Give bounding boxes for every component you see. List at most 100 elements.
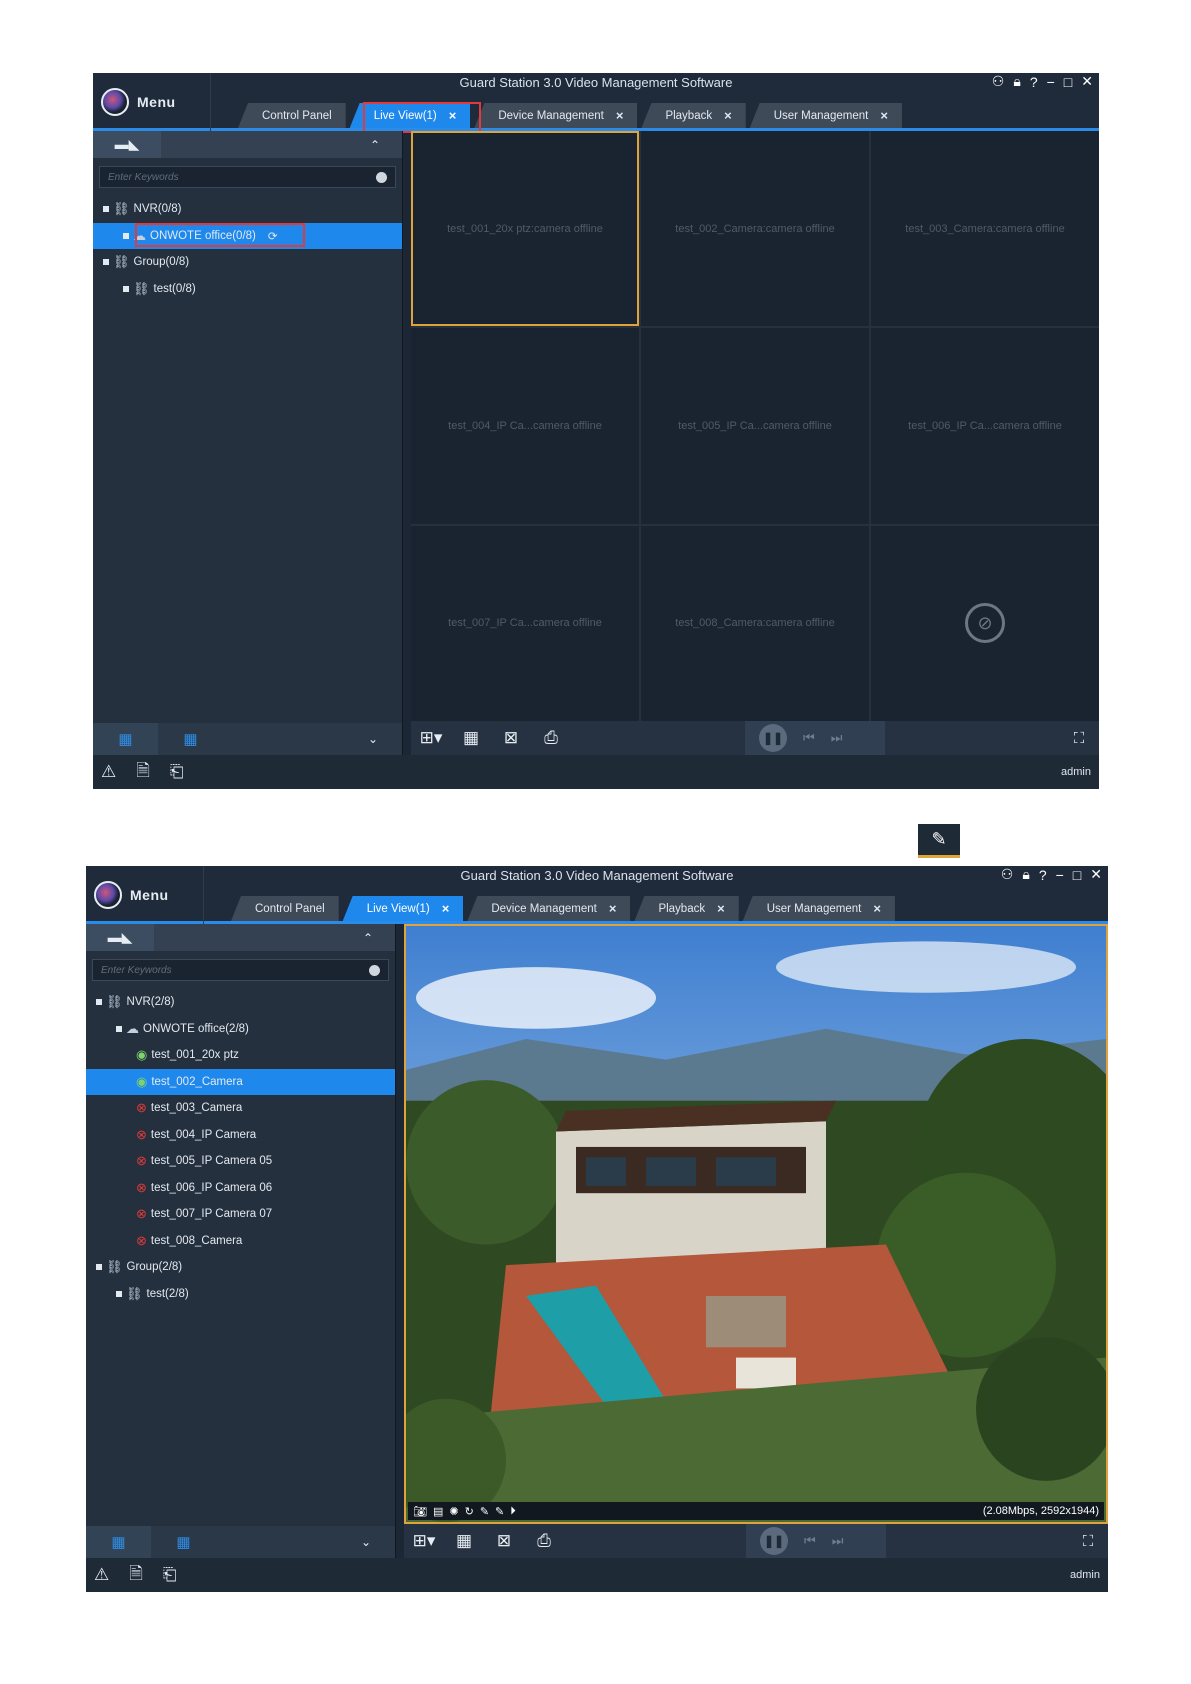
tab-close-icon[interactable]: × bbox=[616, 108, 624, 123]
fullscreen-icon[interactable]: ⛶ bbox=[1059, 730, 1099, 747]
prev-icon[interactable]: ⏮ bbox=[804, 1533, 816, 1549]
expand-icon[interactable] bbox=[103, 206, 109, 213]
video-player[interactable]: 📷︎ ▤ ✺ ↻ ✎ ✎ ⏵ (2.08Mbps, 2592x1944) bbox=[404, 924, 1108, 1524]
log-icon[interactable]: 🗎︎ bbox=[129, 1561, 143, 1590]
expand-icon[interactable] bbox=[96, 999, 102, 1006]
tree-node[interactable]: ⛓ test(2/8) bbox=[86, 1281, 395, 1308]
pause-icon[interactable]: ❚❚ bbox=[759, 724, 787, 752]
tree-node[interactable]: ⊗ test_007_IP Camera 07 bbox=[86, 1201, 395, 1228]
tree-node[interactable]: ☁ ONWOTE office(2/8) bbox=[86, 1016, 395, 1043]
layout-view-icon[interactable]: ▦ bbox=[93, 723, 158, 755]
camera-cell[interactable]: test_004_IP Ca...camera offline bbox=[411, 328, 639, 524]
tree-node-test[interactable]: ⛓ test(0/8) bbox=[93, 276, 402, 303]
alarm-icon[interactable]: ⚠ bbox=[94, 1565, 109, 1585]
tab-close-icon[interactable]: × bbox=[724, 108, 732, 123]
tab-user-management[interactable]: User Management × bbox=[749, 103, 902, 128]
camera-list-icon[interactable]: ▬◣ bbox=[93, 131, 161, 158]
tree-node[interactable]: ◉ test_002_Camera bbox=[86, 1068, 395, 1095]
lock-icon[interactable]: 🔒︎ bbox=[1013, 73, 1020, 90]
grid-icon[interactable]: ▦ bbox=[451, 721, 491, 755]
tree-node[interactable]: ◉ test_001_20x ptz bbox=[86, 1042, 395, 1069]
tab-device-management[interactable]: Device Management × bbox=[474, 103, 638, 128]
expand-icon[interactable] bbox=[103, 259, 109, 266]
help-icon[interactable]: ? bbox=[1030, 74, 1038, 90]
layout-view-icon[interactable]: ▦ bbox=[86, 1526, 151, 1558]
fullscreen-icon[interactable]: ⛶ bbox=[1068, 1533, 1108, 1550]
log-icon[interactable]: 🗎︎ bbox=[136, 758, 150, 787]
record-icon[interactable]: ▤ bbox=[433, 1505, 443, 1518]
tree-node-nvr[interactable]: ⛓ NVR(0/8) bbox=[93, 196, 402, 223]
download-icon[interactable]: ⎗ bbox=[170, 762, 184, 782]
minimize-icon[interactable]: − bbox=[1047, 74, 1055, 90]
tab-close-icon[interactable]: × bbox=[880, 108, 888, 123]
camera-cell[interactable]: test_006_IP Ca...camera offline bbox=[871, 328, 1099, 524]
tab-close-icon[interactable]: × bbox=[717, 901, 725, 916]
tab-close-icon[interactable]: × bbox=[442, 901, 450, 916]
camera-list-icon[interactable]: ▬◣ bbox=[86, 924, 154, 951]
org-icon[interactable]: ⚇ bbox=[992, 73, 1005, 90]
alarm-icon[interactable]: ⚠ bbox=[101, 762, 116, 782]
tab-close-icon[interactable]: × bbox=[873, 901, 881, 916]
split-layout-icon[interactable]: ⊞▾ bbox=[404, 1524, 444, 1558]
camera-cell[interactable]: test_001_20x ptz:camera offline bbox=[411, 131, 639, 327]
mic-icon[interactable]: ✎ bbox=[495, 1505, 504, 1518]
expand-icon[interactable] bbox=[123, 232, 129, 239]
tab-user-management[interactable]: User Management × bbox=[742, 896, 895, 921]
prev-icon[interactable]: ⏮ bbox=[803, 730, 815, 746]
tree-node[interactable]: ⛓ Group(2/8) bbox=[86, 1254, 395, 1281]
search-input[interactable]: Enter Keywords bbox=[99, 166, 396, 188]
search-view-icon[interactable]: ▦ bbox=[158, 723, 223, 755]
next-icon[interactable]: ⏭ bbox=[831, 730, 843, 746]
tab-close-icon[interactable]: × bbox=[609, 901, 617, 916]
download-icon[interactable]: ⎗ bbox=[163, 1565, 177, 1585]
tab-live-view[interactable]: Live View(1) × bbox=[342, 896, 464, 921]
expand-icon[interactable] bbox=[96, 1264, 102, 1271]
tree-node-group[interactable]: ⛓ Group(0/8) bbox=[93, 249, 402, 276]
camera-cell[interactable]: ⊘ bbox=[871, 525, 1099, 721]
help-icon[interactable]: ? bbox=[1039, 867, 1047, 883]
tab-device-management[interactable]: Device Management × bbox=[467, 896, 631, 921]
split-layout-icon[interactable]: ⊞▾ bbox=[411, 721, 451, 755]
minimize-icon[interactable]: − bbox=[1056, 867, 1064, 883]
close-all-icon[interactable]: ⊠ bbox=[484, 1524, 524, 1558]
search-clear-icon[interactable] bbox=[369, 964, 380, 976]
search-clear-icon[interactable] bbox=[376, 171, 387, 183]
camera-cell[interactable]: test_008_Camera:camera offline bbox=[641, 525, 869, 721]
camera-cell[interactable]: test_005_IP Ca...camera offline bbox=[641, 328, 869, 524]
collapse-down-icon[interactable]: ⌄ bbox=[368, 732, 378, 746]
ptz-icon[interactable]: ↻ bbox=[465, 1505, 474, 1518]
expand-icon[interactable] bbox=[116, 1025, 122, 1032]
playback-icon[interactable]: ⏵ bbox=[510, 1505, 516, 1518]
tree-node[interactable]: ⛓ NVR(2/8) bbox=[86, 989, 395, 1016]
tab-control-panel[interactable]: Control Panel bbox=[231, 896, 339, 921]
search-input[interactable]: Enter Keywords bbox=[92, 959, 389, 981]
maximize-icon[interactable]: □ bbox=[1064, 74, 1072, 90]
snapshot-all-icon[interactable]: ⎙ bbox=[531, 721, 571, 755]
maximize-icon[interactable]: □ bbox=[1073, 867, 1081, 883]
expand-icon[interactable] bbox=[123, 285, 129, 292]
snapshot-all-icon[interactable]: ⎙ bbox=[524, 1524, 564, 1558]
talk-icon[interactable]: ✎ bbox=[480, 1505, 489, 1518]
collapse-up-icon[interactable]: ⌃ bbox=[363, 931, 373, 945]
camera-cell[interactable]: test_003_Camera:camera offline bbox=[871, 131, 1099, 327]
collapse-up-icon[interactable]: ⌃ bbox=[370, 138, 380, 152]
lock-icon[interactable]: 🔒︎ bbox=[1022, 866, 1029, 883]
tree-node[interactable]: ⊗ test_008_Camera bbox=[86, 1228, 395, 1255]
focus-icon[interactable]: ✺ bbox=[449, 1505, 458, 1518]
tab-playback[interactable]: Playback × bbox=[641, 103, 746, 128]
camera-cell[interactable]: test_002_Camera:camera offline bbox=[641, 131, 869, 327]
camera-cell[interactable]: test_007_IP Ca...camera offline bbox=[411, 525, 639, 721]
close-icon[interactable]: ✕ bbox=[1090, 866, 1102, 883]
tab-playback[interactable]: Playback × bbox=[634, 896, 739, 921]
pause-icon[interactable]: ❚❚ bbox=[760, 1527, 788, 1555]
org-icon[interactable]: ⚇ bbox=[1001, 866, 1014, 883]
close-icon[interactable]: ✕ bbox=[1081, 73, 1093, 90]
expand-icon[interactable] bbox=[116, 1290, 122, 1297]
grid-icon[interactable]: ▦ bbox=[444, 1524, 484, 1558]
close-all-icon[interactable]: ⊠ bbox=[491, 721, 531, 755]
tree-node[interactable]: ⊗ test_006_IP Camera 06 bbox=[86, 1175, 395, 1202]
search-view-icon[interactable]: ▦ bbox=[151, 1526, 216, 1558]
snapshot-icon[interactable]: 📷︎ bbox=[413, 1505, 427, 1518]
collapse-down-icon[interactable]: ⌄ bbox=[361, 1535, 371, 1549]
tree-node[interactable]: ⊗ test_005_IP Camera 05 bbox=[86, 1148, 395, 1175]
